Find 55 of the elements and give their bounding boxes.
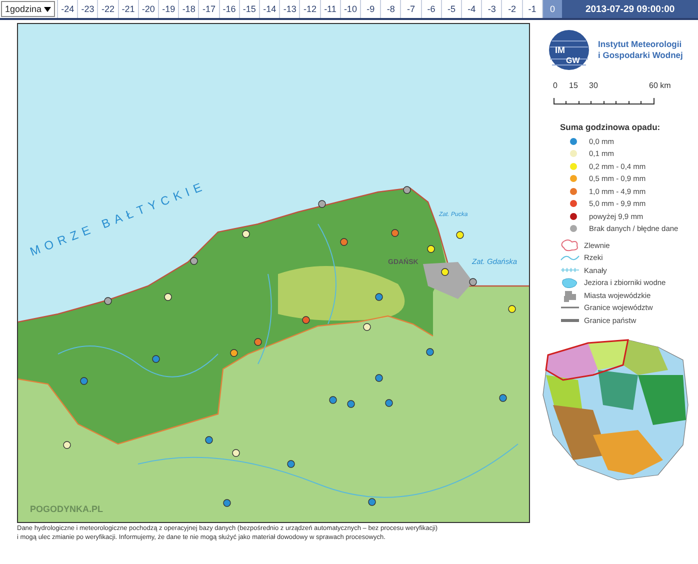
catchment-legend-icon: [560, 238, 580, 252]
hour-button[interactable]: -13: [279, 0, 300, 18]
caret-icon: [44, 6, 51, 12]
station-marker[interactable]: [152, 355, 160, 363]
country-legend-icon: [560, 318, 580, 322]
station-marker[interactable]: [426, 348, 434, 356]
station-marker[interactable]: [164, 293, 172, 301]
station-marker[interactable]: [205, 436, 213, 444]
station-marker[interactable]: [499, 394, 507, 402]
station-marker[interactable]: [340, 238, 348, 246]
station-marker[interactable]: [190, 257, 198, 265]
station-marker[interactable]: [441, 268, 449, 276]
station-marker[interactable]: [223, 499, 231, 507]
station-marker[interactable]: [385, 399, 393, 407]
hour-button[interactable]: -8: [380, 0, 400, 18]
station-marker[interactable]: [230, 349, 238, 357]
station-marker[interactable]: [347, 400, 355, 408]
station-marker[interactable]: [318, 200, 326, 208]
station-marker[interactable]: [80, 377, 88, 385]
hour-button[interactable]: -23: [77, 0, 98, 18]
interval-dropdown[interactable]: 1godzina: [1, 1, 55, 17]
scale-label: 30: [589, 81, 598, 90]
hour-button[interactable]: -9: [360, 0, 380, 18]
lake-legend-icon: [560, 276, 580, 290]
station-marker[interactable]: [391, 229, 399, 237]
watermark-logo: POGODYNKA.PL: [30, 504, 104, 514]
station-marker[interactable]: [375, 374, 383, 382]
legend-title: Suma godzinowa opadu:: [560, 122, 662, 132]
station-marker[interactable]: [469, 278, 477, 286]
scale-label: 15: [569, 81, 578, 90]
institute-name: Instytut Meteorologii: [598, 39, 683, 50]
station-marker[interactable]: [427, 245, 435, 253]
station-marker[interactable]: [242, 230, 250, 238]
station-marker[interactable]: [375, 293, 383, 301]
station-marker[interactable]: [63, 441, 71, 449]
station-marker[interactable]: [302, 316, 310, 324]
hour-button[interactable]: -18: [178, 0, 198, 18]
station-marker[interactable]: [403, 186, 411, 194]
station-marker[interactable]: [329, 396, 337, 404]
station-marker[interactable]: [368, 498, 376, 506]
hour-button[interactable]: -4: [461, 0, 482, 18]
datetime-label: 2013-07-29 09:00:00: [562, 0, 698, 18]
station-marker[interactable]: [363, 323, 371, 331]
station-marker[interactable]: [287, 460, 295, 468]
station-marker[interactable]: [232, 449, 240, 457]
institute-name: i Gospodarki Wodnej: [598, 50, 683, 61]
station-marker[interactable]: [508, 305, 516, 313]
hour-button[interactable]: -3: [481, 0, 502, 18]
scale-label: 0: [553, 81, 558, 90]
station-marker[interactable]: [254, 338, 262, 346]
station-marker[interactable]: [104, 297, 112, 305]
station-marker[interactable]: [456, 231, 464, 239]
scale-label: 60 km: [649, 81, 671, 90]
province-legend-icon: [560, 306, 580, 310]
institute-logo: IM GW: [548, 29, 590, 71]
